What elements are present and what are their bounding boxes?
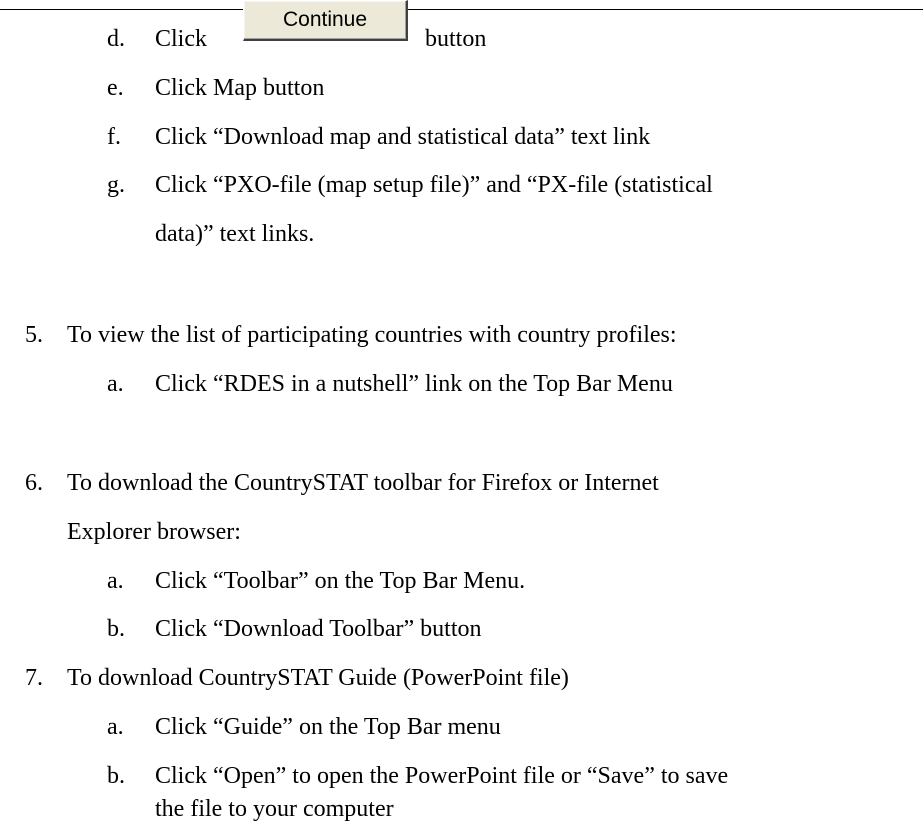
list-item-text: Click “Guide” on the Top Bar menu — [155, 714, 501, 740]
list-marker: 7. — [25, 665, 43, 691]
list-marker: d. — [107, 26, 125, 52]
list-item-text-after: button — [425, 26, 487, 52]
list-marker: 6. — [25, 470, 43, 496]
list-item-text: Click “Download Toolbar” button — [155, 616, 482, 642]
list-item-text: Click “Toolbar” on the Top Bar Menu. — [155, 568, 526, 594]
list-item-text: To download CountrySTAT Guide (PowerPoin… — [67, 665, 569, 691]
list-item-text: Click “Download map and statistical data… — [155, 124, 651, 150]
list-item-text: Click “RDES in a nutshell” link on the T… — [155, 371, 673, 397]
list-marker: f. — [107, 124, 121, 150]
list-item-text: Click “Open” to open the PowerPoint file… — [155, 763, 729, 789]
list-item-text: Click Map button — [155, 75, 325, 101]
list-marker: a. — [107, 371, 124, 397]
list-marker: a. — [107, 714, 124, 740]
list-marker: b. — [107, 763, 125, 789]
list-item-text-continued: the file to your computer — [155, 796, 394, 822]
list-marker: b. — [107, 616, 125, 642]
list-marker: e. — [107, 75, 124, 101]
list-item-text: Click “PXO-file (map setup file)” and “P… — [155, 172, 713, 198]
list-item-text: To download the CountrySTAT toolbar for … — [67, 470, 659, 496]
continue-button[interactable]: Continue — [243, 0, 408, 41]
top-rule — [0, 9, 923, 10]
list-item-text-continued: data)” text links. — [155, 221, 315, 247]
list-item-text: To view the list of participating countr… — [67, 322, 677, 348]
list-marker: 5. — [25, 322, 43, 348]
list-marker: g. — [107, 172, 125, 198]
list-item-text: Click — [155, 26, 207, 52]
list-marker: a. — [107, 568, 124, 594]
list-item-text-continued: Explorer browser: — [67, 519, 241, 545]
